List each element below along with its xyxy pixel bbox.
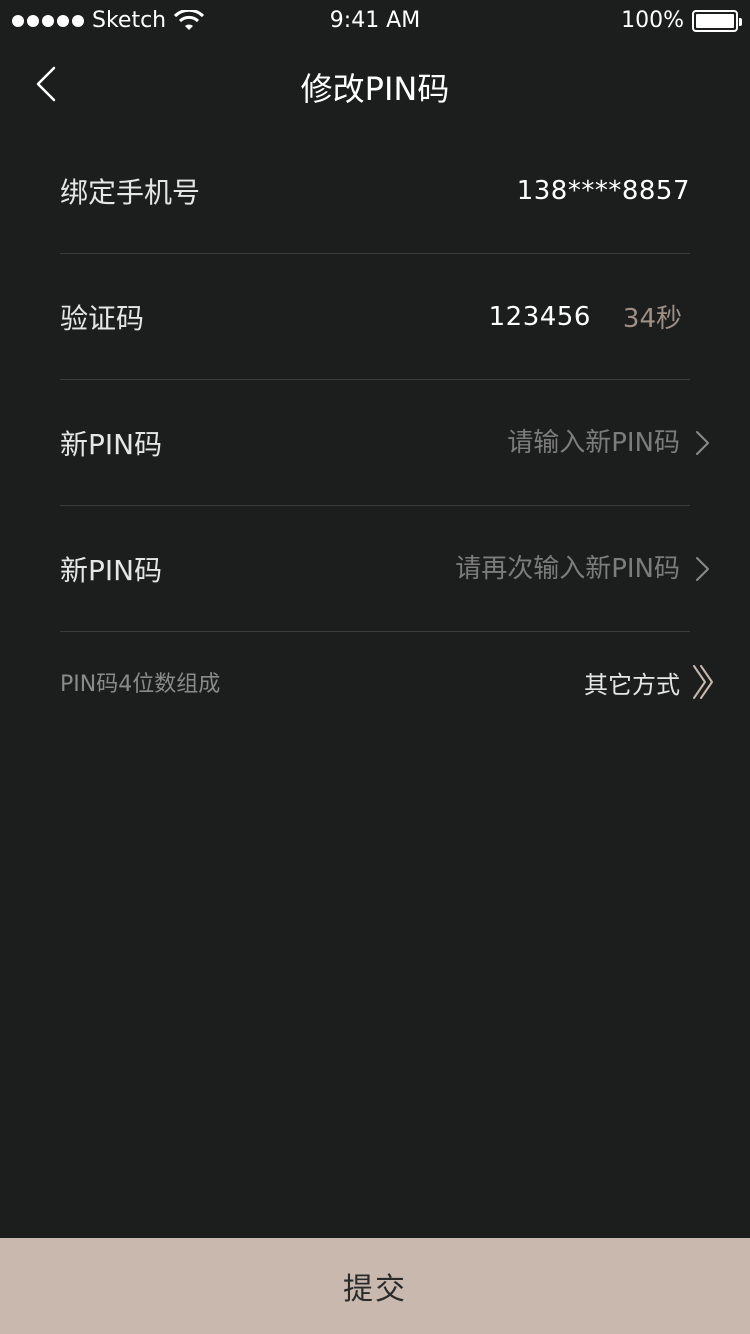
phone-value-wrap: 138****8857 xyxy=(517,176,690,206)
confirm-pin-input[interactable] xyxy=(360,553,680,584)
screen: Sketch 9:41 AM 100% 修改PIN码 绑定手机号 138****… xyxy=(0,0,750,1334)
page-title: 修改PIN码 xyxy=(300,70,450,108)
submit-label: 提交 xyxy=(343,1272,407,1307)
new-pin-label: 新PIN码 xyxy=(60,427,163,461)
phone-label: 绑定手机号 xyxy=(60,175,201,209)
code-value-wrap: 123456 34秒 xyxy=(489,298,690,335)
battery-icon xyxy=(692,9,742,32)
code-countdown[interactable]: 34秒 xyxy=(623,298,682,335)
pin-hint: PIN码4位数组成 xyxy=(60,672,221,697)
new-pin-input[interactable] xyxy=(360,427,680,458)
phone-row: 绑定手机号 138****8857 xyxy=(60,128,690,254)
battery-percent: 100% xyxy=(621,8,684,33)
chevron-right-icon xyxy=(696,556,709,581)
other-method-link[interactable]: 其它方式 xyxy=(584,664,713,700)
code-label: 验证码 xyxy=(60,301,145,335)
confirm-pin-label: 新PIN码 xyxy=(60,553,163,587)
double-chevron-right-icon xyxy=(693,665,713,699)
confirm-pin-wrap xyxy=(360,553,709,584)
hint-row: PIN码4位数组成 其它方式 xyxy=(60,652,713,712)
code-row: 验证码 123456 34秒 xyxy=(60,254,690,380)
new-pin-row[interactable]: 新PIN码 xyxy=(60,380,709,506)
status-right: 100% xyxy=(621,8,742,33)
chevron-right-icon xyxy=(696,430,709,455)
status-bar: Sketch 9:41 AM 100% xyxy=(0,0,750,40)
phone-value: 138****8857 xyxy=(516,175,690,206)
nav-bar: 修改PIN码 xyxy=(0,40,750,128)
new-pin-wrap xyxy=(360,427,709,458)
submit-button[interactable]: 提交 xyxy=(0,1238,750,1334)
code-value[interactable]: 123456 xyxy=(489,302,591,332)
confirm-pin-row[interactable]: 新PIN码 xyxy=(60,506,709,632)
battery-level xyxy=(696,13,734,28)
other-method-label: 其它方式 xyxy=(584,670,680,699)
